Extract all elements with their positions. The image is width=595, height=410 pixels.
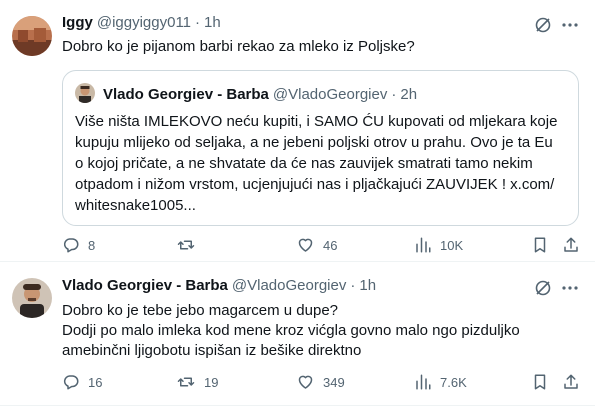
avatar-iggy[interactable] bbox=[12, 16, 52, 56]
quoted-avatar bbox=[75, 83, 95, 103]
avatar-vlado[interactable] bbox=[12, 278, 52, 318]
reply-count: 16 bbox=[88, 374, 103, 390]
author-handle[interactable]: @VladoGeorgiev bbox=[232, 277, 346, 294]
separator-dot: · bbox=[391, 86, 397, 103]
quoted-text-line: o kojoj pričate, a ne shvatate da će nas… bbox=[75, 155, 533, 172]
bookmark-button[interactable] bbox=[532, 373, 548, 391]
reply-count: 8 bbox=[88, 237, 96, 253]
repost-count: 19 bbox=[204, 374, 219, 390]
grok-button[interactable] bbox=[534, 16, 552, 34]
quoted-tweet[interactable]: Vlado Georgiev - Barba @VladoGeorgiev · … bbox=[62, 70, 579, 226]
author-handle[interactable]: @iggyiggy011 bbox=[97, 14, 191, 31]
repost-icon bbox=[177, 377, 195, 387]
reply-button[interactable]: 16 bbox=[62, 373, 102, 391]
repost-button[interactable]: 19 bbox=[176, 373, 218, 391]
tweet-header: Vlado Georgiev - Barba @VladoGeorgiev · … bbox=[62, 277, 376, 294]
views-button[interactable]: 10K bbox=[414, 236, 463, 254]
quoted-header: Vlado Georgiev - Barba @VladoGeorgiev · … bbox=[103, 86, 417, 103]
views-icon bbox=[416, 237, 431, 253]
timestamp[interactable]: 1h bbox=[359, 277, 376, 294]
share-icon bbox=[564, 374, 578, 389]
tweet-text-line: amebinčni ljigobotu ispišan iz bešike di… bbox=[62, 342, 362, 359]
more-icon bbox=[562, 286, 578, 290]
quoted-timestamp: 2h bbox=[400, 86, 418, 103]
timestamp[interactable]: 1h bbox=[204, 14, 221, 31]
tweet-iggy[interactable]: Iggy @iggyiggy011 · 1h Dobro ko je pijan… bbox=[0, 0, 595, 261]
repost-icon bbox=[177, 240, 195, 250]
like-icon bbox=[298, 375, 313, 389]
views-button[interactable]: 7.6K bbox=[414, 373, 467, 391]
reply-icon bbox=[63, 238, 79, 253]
share-button[interactable] bbox=[562, 373, 580, 391]
share-button[interactable] bbox=[562, 236, 580, 254]
separator-dot: · bbox=[350, 277, 356, 294]
tweet-text-line: Dobro ko je tebe jebo magarcem u dupe? bbox=[62, 302, 339, 319]
grok-button[interactable] bbox=[534, 279, 552, 297]
share-icon bbox=[564, 237, 578, 252]
reply-button[interactable]: 8 bbox=[62, 236, 95, 254]
separator-dot: · bbox=[195, 14, 201, 31]
more-icon bbox=[562, 23, 578, 27]
views-count: 7.6K bbox=[440, 374, 467, 390]
grok-icon bbox=[535, 280, 551, 296]
quoted-text: Više ništa IMLEKOVO neću kupiti, i SAMO … bbox=[75, 111, 557, 216]
tweet-vlado[interactable]: Vlado Georgiev - Barba @VladoGeorgiev · … bbox=[0, 262, 595, 405]
tweet-text-line: Dodji po malo imleka kod mene kroz vićgl… bbox=[62, 322, 520, 339]
more-button[interactable] bbox=[562, 23, 578, 27]
bookmark-icon bbox=[534, 374, 546, 390]
tweet-divider bbox=[0, 405, 595, 406]
like-button[interactable]: 46 bbox=[296, 236, 337, 254]
views-icon bbox=[416, 374, 431, 390]
author-name[interactable]: Iggy bbox=[62, 14, 93, 31]
tweet-text-line: Dobro ko je pijanom barbi rekao za mleko… bbox=[62, 38, 415, 55]
quoted-author-name: Vlado Georgiev - Barba bbox=[103, 86, 269, 103]
grok-icon bbox=[535, 17, 551, 33]
more-button[interactable] bbox=[562, 286, 578, 290]
author-name[interactable]: Vlado Georgiev - Barba bbox=[62, 277, 228, 294]
bookmark-button[interactable] bbox=[532, 236, 548, 254]
quoted-text-line: kupuju mlijeko od seljaka, a ne jebeni p… bbox=[75, 134, 553, 151]
like-count: 349 bbox=[323, 374, 345, 390]
bookmark-icon bbox=[534, 237, 546, 253]
tweet-header: Iggy @iggyiggy011 · 1h bbox=[62, 14, 221, 31]
quoted-text-line: otpadom i nižom vrstom, ucjenjujući nas … bbox=[75, 176, 555, 193]
tweet-text: Dobro ko je pijanom barbi rekao za mleko… bbox=[62, 37, 415, 57]
tweet-text: Dobro ko je tebe jebo magarcem u dupe? D… bbox=[62, 301, 520, 361]
like-icon bbox=[298, 238, 313, 252]
like-button[interactable]: 349 bbox=[296, 373, 345, 391]
views-count: 10K bbox=[440, 237, 464, 253]
quoted-text-line: whitesnake1005... bbox=[75, 197, 196, 214]
quoted-text-line: Više ništa IMLEKOVO neću kupiti, i SAMO … bbox=[75, 113, 558, 130]
quoted-author-handle: @VladoGeorgiev bbox=[272, 86, 388, 103]
reply-icon bbox=[63, 375, 79, 390]
repost-button[interactable] bbox=[176, 236, 204, 254]
like-count: 46 bbox=[323, 237, 338, 253]
